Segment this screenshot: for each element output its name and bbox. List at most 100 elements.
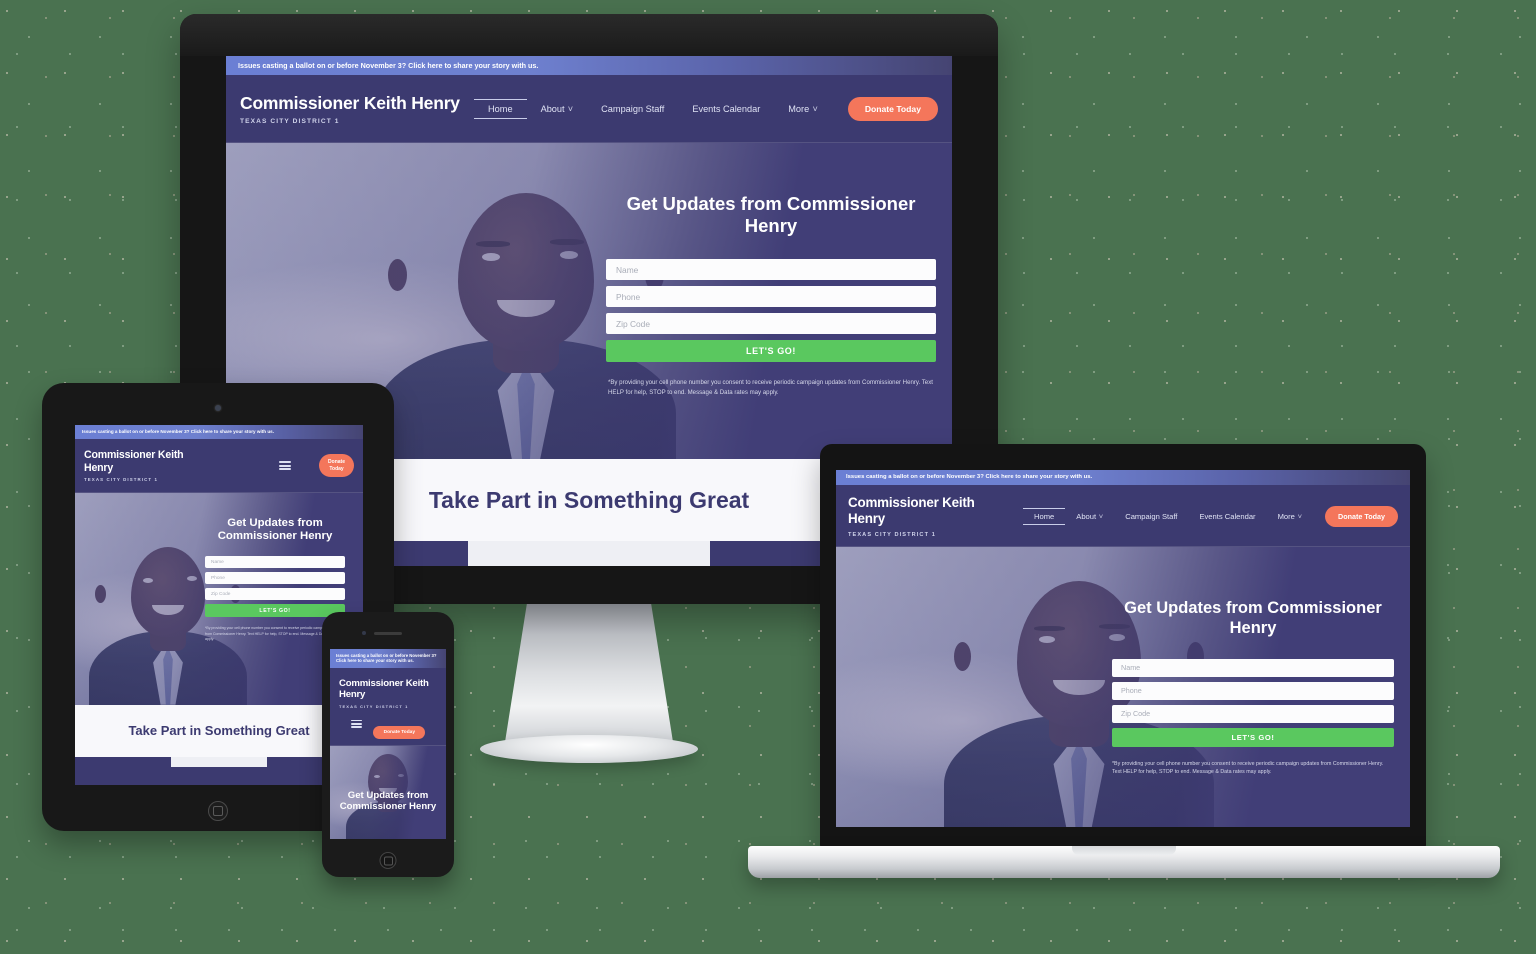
hero-content: Get Updates from Commissioner Henry Name…: [836, 547, 1410, 827]
camera-icon: [215, 405, 221, 411]
brand-name-line1: Commissioner Keith: [848, 495, 975, 511]
monitor-base: [480, 735, 698, 763]
laptop-screen: Issues casting a ballot on or before Nov…: [836, 470, 1410, 827]
brand-name: Commissioner Keith Henry: [240, 93, 460, 113]
action-columns: DONATE SUBSCRIBE VOLUNTEER: [75, 756, 363, 767]
donate-today-button[interactable]: Donate Today: [847, 97, 938, 121]
primary-nav: Home About ˅ Campaign Staff Events Calen…: [474, 97, 938, 121]
nav-label: Campaign Staff: [601, 104, 665, 114]
nav-item-more[interactable]: More ˅: [774, 100, 832, 118]
take-part-title: Take Part in Something Great: [128, 723, 310, 739]
brand-name-line2: Henry: [848, 511, 885, 527]
signup-form: Get Updates from Commissioner Henry Name…: [1112, 599, 1394, 777]
announcement-bar[interactable]: Issues casting a ballot on or before Nov…: [75, 425, 363, 439]
hamburger-icon[interactable]: [279, 461, 292, 471]
hero-section: Get Updates from Commissioner Henry Name…: [75, 492, 363, 705]
brand-block[interactable]: Commissioner Keith Henry TEXAS CITY DIST…: [240, 93, 460, 125]
hero-section: Get Updates from Commissioner Henry Name…: [836, 547, 1410, 827]
take-part-title: Take Part in Something Great: [428, 486, 750, 513]
donate-today-button[interactable]: Donate Today: [373, 725, 426, 739]
hero-section: Get Updates from Commissioner Henry: [330, 745, 446, 839]
hero-title: Get Updates from Commissioner Henry: [217, 516, 333, 543]
hero-title: Get Updates from Commissioner Henry: [1124, 599, 1382, 638]
donate-today-button[interactable]: Donate Today: [1325, 505, 1398, 527]
nav-label: More: [788, 104, 810, 114]
nav-item-campaign-staff[interactable]: Campaign Staff: [1114, 509, 1188, 524]
chevron-down-icon: ˅: [812, 104, 818, 114]
phone-screen: Issues casting a ballot on or before Nov…: [330, 649, 446, 839]
site-phone: Issues casting a ballot on or before Nov…: [330, 649, 446, 839]
zip-code-input[interactable]: Zip Code: [205, 588, 345, 601]
nav-item-events-calendar[interactable]: Events Calendar: [1188, 509, 1266, 524]
chevron-down-icon: ˅: [1297, 511, 1302, 521]
nav-label: About: [1076, 511, 1097, 521]
camera-icon: [362, 631, 366, 635]
nav-label: Campaign Staff: [1125, 511, 1178, 521]
monitor-stand: [505, 604, 673, 742]
donate-label-line2: Today: [329, 465, 344, 472]
nav-label: Events Calendar: [1199, 511, 1256, 521]
column-donate[interactable]: DONATE: [75, 756, 171, 767]
lets-go-submit-button[interactable]: LET'S GO!: [1112, 727, 1394, 747]
site-laptop: Issues casting a ballot on or before Nov…: [836, 470, 1410, 827]
zip-code-input[interactable]: Zip Code: [606, 313, 936, 335]
brand-tagline: TEXAS CITY DISTRICT 1: [240, 118, 340, 125]
name-input[interactable]: Name: [1112, 658, 1394, 677]
home-button[interactable]: [208, 801, 228, 821]
site-tablet: Issues casting a ballot on or before Nov…: [75, 425, 363, 785]
nav-item-about[interactable]: About ˅: [1065, 509, 1114, 524]
brand-name-line1: Commissioner Keith: [84, 449, 184, 462]
home-button[interactable]: [379, 852, 397, 869]
hamburger-icon[interactable]: [350, 719, 362, 728]
nav-item-more[interactable]: More ˅: [1267, 509, 1313, 524]
announcement-bar[interactable]: Issues casting a ballot on or before Nov…: [226, 56, 952, 75]
site-header: Commissioner Keith Henry TEXAS CITY DIST…: [836, 485, 1410, 548]
phone-input[interactable]: Phone: [606, 286, 936, 308]
chevron-down-icon: ˅: [567, 104, 574, 114]
hero-content: Get Updates from Commissioner Henry Name…: [75, 493, 363, 705]
phone-mockup: Issues casting a ballot on or before Nov…: [322, 612, 454, 877]
laptop-mockup: Issues casting a ballot on or before Nov…: [820, 444, 1426, 848]
brand-name-line1: Commissioner Keith: [339, 677, 429, 689]
nav-item-home[interactable]: Home: [1023, 507, 1066, 525]
tablet-screen: Issues casting a ballot on or before Nov…: [75, 425, 363, 785]
brand-block[interactable]: Commissioner Keith Henry TEXAS CITY DIST…: [84, 449, 184, 483]
brand-block[interactable]: Commissioner Keith Henry TEXAS CITY DIST…: [848, 495, 975, 538]
nav-label: Home: [488, 104, 513, 114]
site-header: Commissioner Keith Henry TEXAS CITY DIST…: [330, 667, 446, 746]
nav-label: About: [540, 104, 565, 114]
announcement-bar[interactable]: Issues casting a ballot on or before Nov…: [836, 470, 1410, 486]
nav-label: Events Calendar: [692, 104, 761, 114]
nav-item-about[interactable]: About ˅: [527, 100, 588, 118]
column-subscribe[interactable]: SUBSCRIBE: [468, 541, 710, 566]
nav-label: More: [1277, 511, 1295, 521]
earpiece-speaker: [374, 632, 402, 635]
name-input[interactable]: Name: [205, 556, 345, 569]
brand-block[interactable]: Commissioner Keith Henry TEXAS CITY DIST…: [339, 678, 429, 709]
zip-code-input[interactable]: Zip Code: [1112, 704, 1394, 723]
hero-content: Get Updates from Commissioner Henry: [330, 746, 446, 839]
donate-today-button[interactable]: Donate Today: [319, 454, 354, 477]
nav-label: Home: [1034, 511, 1055, 521]
column-subscribe[interactable]: SUBSCRIBE: [171, 756, 267, 767]
take-part-section: Take Part in Something Great: [75, 704, 363, 757]
signup-form: Get Updates from Commissioner Henry Name…: [606, 193, 936, 398]
name-input[interactable]: Name: [606, 259, 936, 281]
nav-item-events-calendar[interactable]: Events Calendar: [678, 100, 774, 118]
lets-go-submit-button[interactable]: LET'S GO!: [606, 340, 936, 363]
hero-title: Get Updates from Commissioner Henry: [626, 193, 916, 237]
primary-nav: Home About ˅ Campaign Staff Events Calen…: [1023, 505, 1398, 527]
phone-input[interactable]: Phone: [205, 572, 345, 585]
phone-input[interactable]: Phone: [1112, 681, 1394, 700]
nav-item-home[interactable]: Home: [474, 99, 527, 119]
brand-tagline: TEXAS CITY DISTRICT 1: [848, 531, 936, 538]
announcement-bar[interactable]: Issues casting a ballot on or before Nov…: [330, 649, 446, 668]
chevron-down-icon: ˅: [1098, 511, 1104, 521]
sms-disclaimer: *By providing your cell phone number you…: [1112, 760, 1384, 776]
brand-name-line2: Henry: [84, 461, 114, 474]
brand-name-line2: Henry: [339, 689, 366, 701]
nav-item-campaign-staff[interactable]: Campaign Staff: [587, 100, 678, 118]
brand-tagline: TEXAS CITY DISTRICT 1: [84, 477, 159, 483]
site-header: Commissioner Keith Henry TEXAS CITY DIST…: [226, 75, 952, 143]
laptop-base: [748, 846, 1500, 878]
